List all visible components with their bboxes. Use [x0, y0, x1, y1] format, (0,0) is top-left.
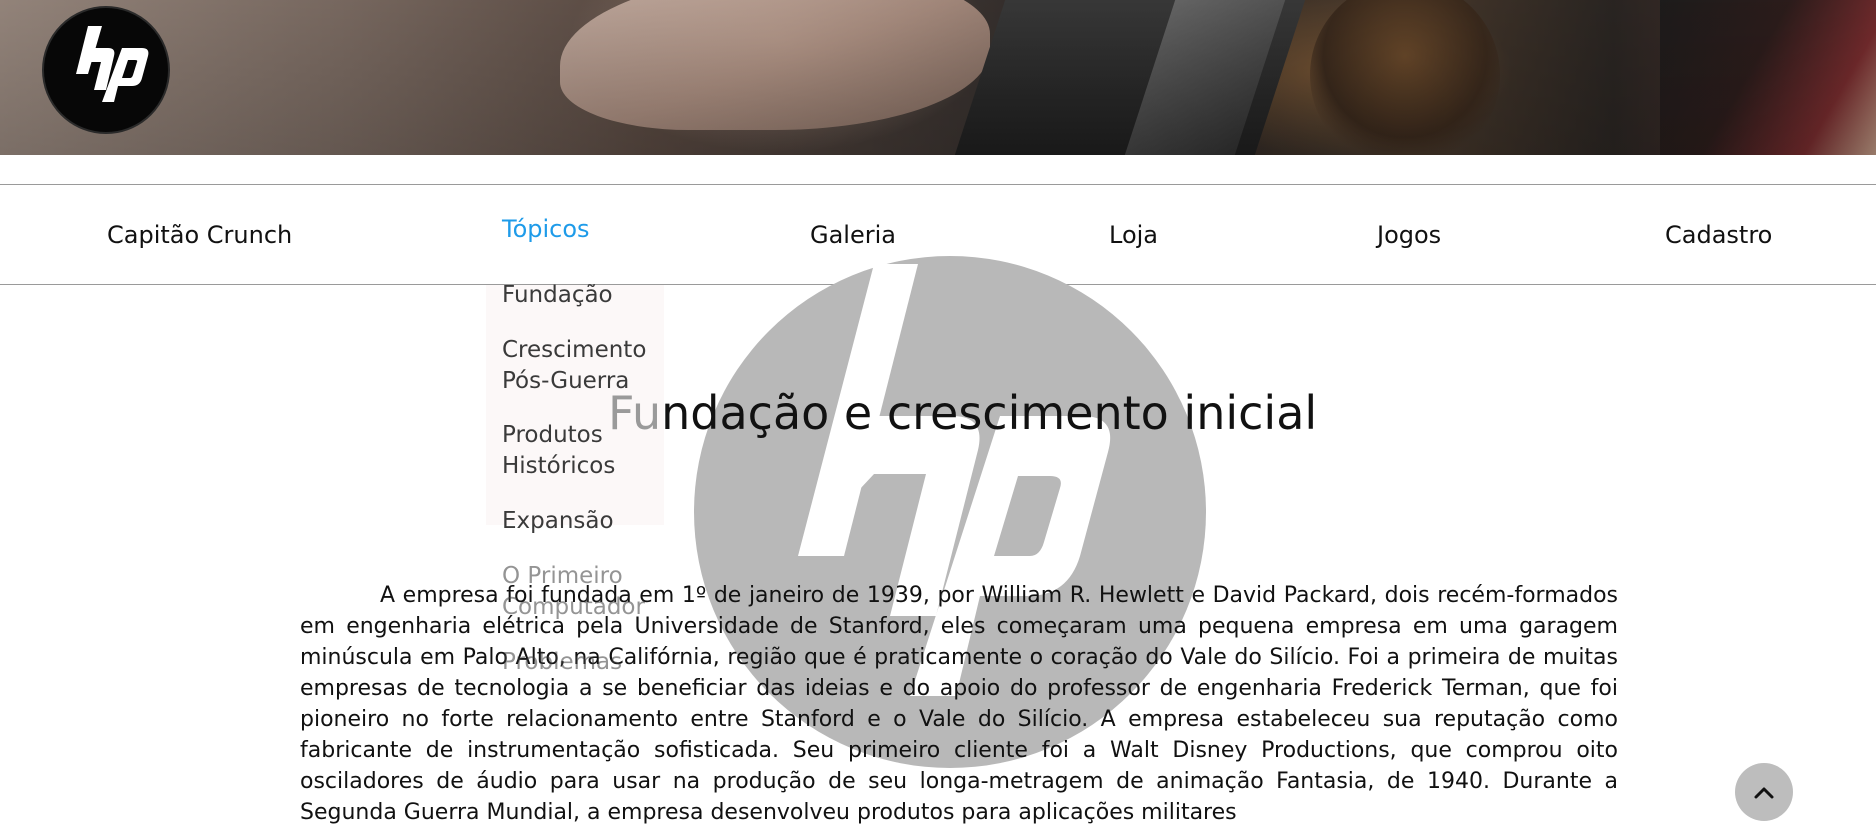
page-title-rest: ndação e crescimento inicial: [661, 386, 1318, 440]
nav-item-cadastro[interactable]: Cadastro: [1665, 221, 1772, 249]
dropdown-item-problemas[interactable]: Problemas: [502, 647, 672, 678]
nav-item-topicos[interactable]: Tópicos: [502, 215, 590, 243]
dropdown-item-crescimento-pos-guerra[interactable]: Crescimento Pós-Guerra: [502, 335, 672, 397]
back-to-top-button[interactable]: [1735, 763, 1793, 821]
nav-item-loja[interactable]: Loja: [1109, 221, 1158, 249]
nav-item-capitao-crunch[interactable]: Capitão Crunch: [107, 221, 292, 249]
banner-shade: [0, 0, 1876, 155]
chevron-up-icon: [1754, 787, 1774, 799]
dropdown-item-fundacao[interactable]: Fundação: [502, 280, 672, 311]
main-nav: Capitão Crunch Tópicos Galeria Loja Jogo…: [0, 184, 1876, 285]
dropdown-item-produtos-historicos[interactable]: Produtos Históricos: [502, 420, 672, 482]
dropdown-item-o-primeiro-computador[interactable]: O Primeiro Computador: [502, 561, 672, 623]
dropdown-item-expansao[interactable]: Expansão: [502, 506, 672, 537]
page-title: Fundação e crescimento inicial: [608, 386, 1317, 440]
hp-logo-glyph: [76, 26, 149, 102]
hp-logo-icon[interactable]: [42, 6, 170, 134]
header-banner-image: [0, 0, 1876, 155]
nav-item-galeria[interactable]: Galeria: [810, 221, 896, 249]
nav-item-jogos[interactable]: Jogos: [1377, 221, 1441, 249]
article-paragraph: A empresa foi fundada em 1º de janeiro d…: [300, 583, 1618, 825]
